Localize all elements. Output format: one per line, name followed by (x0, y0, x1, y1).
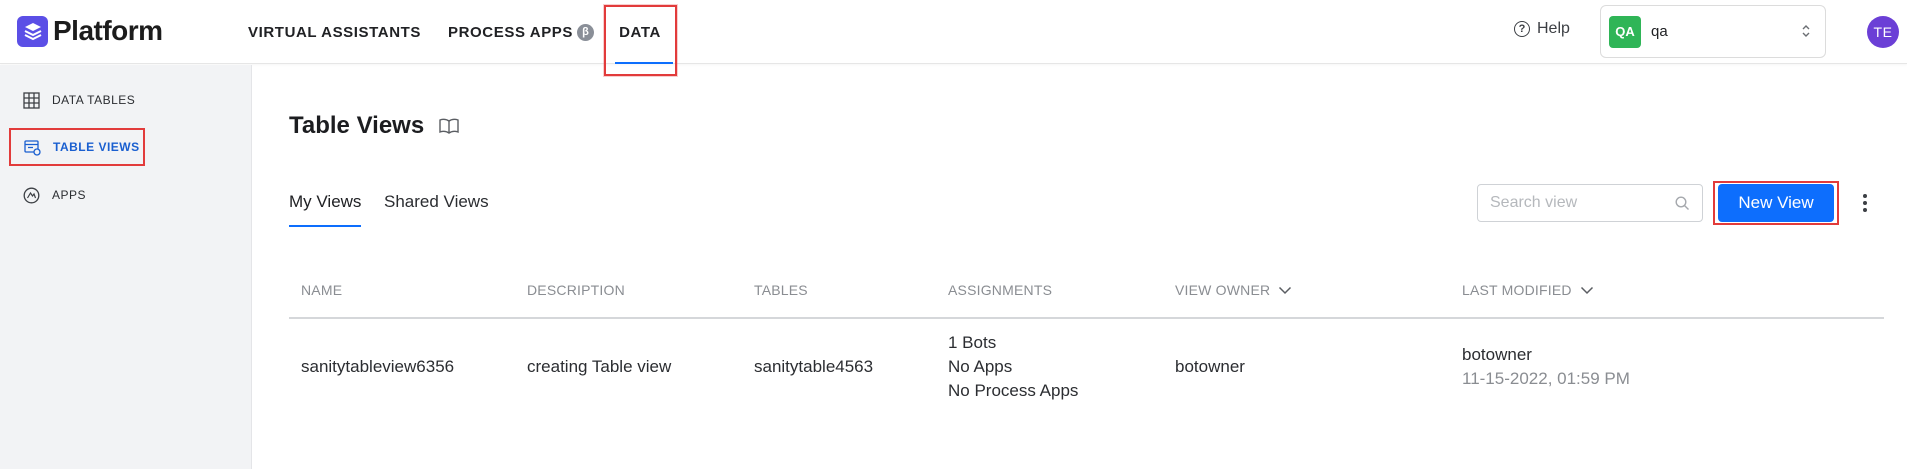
cell-last-modified-at: 11-15-2022, 01:59 PM (1462, 369, 1630, 388)
column-header-tables: TABLES (754, 282, 808, 298)
sidebar-item-label: APPS (52, 188, 87, 202)
search-icon (1675, 196, 1690, 216)
layers-icon (17, 15, 48, 47)
sidebar-item-label: DATA TABLES (52, 93, 136, 107)
platform-logo[interactable]: Platform (17, 15, 163, 47)
column-header-description: DESCRIPTION (527, 282, 625, 298)
sidebar: DATA TABLES TABLE VIEWS APPS (0, 65, 252, 469)
column-header-view-owner[interactable]: VIEW OWNER (1175, 282, 1292, 298)
book-icon[interactable] (438, 117, 460, 135)
chevron-down-icon[interactable] (1278, 282, 1292, 298)
apps-icon (22, 186, 40, 204)
nav-virtual-assistants[interactable]: VIRTUAL ASSISTANTS (248, 0, 421, 64)
question-circle-icon: ? (1514, 21, 1530, 37)
highlight-box (9, 128, 145, 166)
more-options-icon[interactable] (1860, 192, 1870, 214)
help-label: Help (1537, 20, 1570, 37)
search-box[interactable] (1477, 184, 1703, 222)
user-avatar[interactable]: TE (1867, 16, 1899, 48)
column-header-label: LAST MODIFIED (1462, 282, 1572, 298)
column-header-assignments: ASSIGNMENTS (948, 282, 1053, 298)
highlight-box (604, 5, 677, 76)
help-button[interactable]: ? Help (1514, 20, 1570, 38)
chevron-down-icon[interactable] (1580, 282, 1594, 298)
active-tab-indicator (289, 225, 361, 227)
table-header-divider (289, 317, 1884, 319)
cell-assignment-process-apps: No Process Apps (948, 381, 1079, 400)
cell-view-owner: botowner (1175, 357, 1245, 376)
highlight-box (1713, 181, 1839, 225)
nav-process-apps[interactable]: PROCESS APPS β (448, 0, 595, 64)
tab-my-views[interactable]: My Views (289, 192, 361, 212)
cell-name: sanitytableview6356 (301, 357, 455, 376)
sidebar-item-data-tables[interactable]: DATA TABLES (22, 91, 135, 109)
tab-shared-views[interactable]: Shared Views (384, 192, 489, 212)
beta-badge: β (577, 23, 595, 41)
cell-assignment-apps: No Apps (948, 357, 1013, 376)
account-name: qa (1651, 23, 1668, 40)
chevron-updown-icon (1801, 24, 1811, 40)
top-bar: Platform VIRTUAL ASSISTANTS PROCESS APPS… (0, 0, 1907, 64)
column-header-last-modified[interactable]: LAST MODIFIED (1462, 282, 1594, 298)
nav-label: VIRTUAL ASSISTANTS (248, 23, 422, 41)
column-header-name: NAME (301, 282, 343, 298)
account-badge: QA (1609, 15, 1641, 48)
cell-tables: sanitytable4563 (754, 357, 874, 376)
logo-text: Platform (53, 15, 163, 46)
nav-label: PROCESS APPS (448, 23, 574, 41)
grid-icon (22, 91, 40, 109)
cell-last-modified-by: botowner (1462, 345, 1532, 364)
sidebar-item-apps[interactable]: APPS (22, 186, 86, 204)
search-input[interactable] (1490, 194, 1670, 212)
cell-description: creating Table view (527, 357, 672, 376)
cell-assignment-bots: 1 Bots (948, 333, 997, 352)
column-header-label: VIEW OWNER (1175, 282, 1271, 298)
account-switcher[interactable]: QA qa (1600, 5, 1826, 58)
page-title: Table Views (289, 112, 460, 140)
page-title-text: Table Views (289, 112, 425, 139)
